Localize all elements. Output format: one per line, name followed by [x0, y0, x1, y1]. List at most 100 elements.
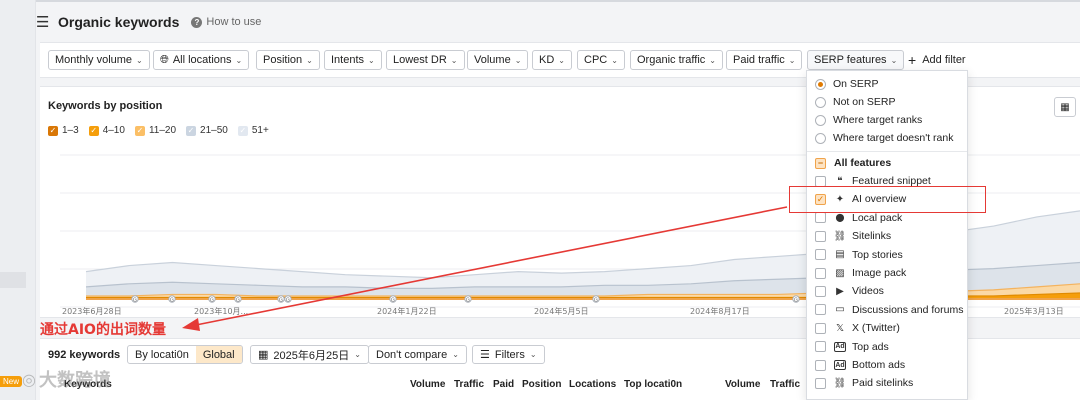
feature-label: Top ads [852, 340, 889, 353]
feature-item[interactable]: ⬤ Local pack [807, 209, 967, 227]
all-features-toggle[interactable]: − All features [807, 154, 967, 172]
feature-item[interactable]: 𝕏 X (Twitter) [807, 319, 967, 337]
feature-item[interactable]: ▤ Top stories [807, 246, 967, 264]
x-tick-label: 2023年10月... [194, 306, 248, 316]
plus-icon: + [908, 52, 917, 68]
col-top-location[interactable]: Top locati0n [624, 379, 682, 390]
filter-label: CPC [584, 54, 608, 66]
filter-serp-features[interactable]: SERP features ⌄ [807, 50, 905, 70]
location-toggle: By locati0n Global [127, 345, 243, 364]
feature-item[interactable]: ⛓ Paid sitelinks [807, 374, 967, 392]
filter-cpc[interactable]: CPC ⌄ [577, 50, 625, 70]
filter-label: Intents [331, 54, 365, 66]
x-tick-label: 2024年8月17日 [690, 306, 750, 316]
feature-label: Image pack [852, 267, 907, 279]
add-filter-label: Add filter [922, 54, 966, 66]
filters-button[interactable]: ☰ Filters ⌄ [472, 345, 545, 364]
col-traffic-2[interactable]: Traffic [770, 379, 800, 390]
radio-label: On SERP [833, 78, 879, 90]
ad-icon: Ad [834, 360, 846, 370]
news-icon: ▤ [835, 249, 845, 261]
annotation-text: 通过AIO的出词数量 [40, 322, 166, 338]
all-features-label: All features [834, 157, 892, 169]
filter-label: Position [263, 54, 303, 66]
filter-monthly-volume[interactable]: Monthly volume ⌄ [48, 50, 150, 70]
marker-label: G [286, 298, 290, 304]
marker-label: G [594, 298, 598, 304]
ad-icon: Ad [834, 341, 846, 352]
serp-features-dropdown: On SERP Not on SERP Where target ranks W… [806, 70, 968, 400]
date-picker[interactable]: ▦ 2025年6月25日 ⌄ [250, 345, 369, 364]
chevron-down-icon: ⌄ [514, 55, 522, 65]
chevron-down-icon: ⌄ [558, 55, 565, 65]
col-position[interactable]: Position [522, 379, 561, 390]
checkbox-icon [815, 212, 826, 224]
feature-item[interactable]: ▶ Videos [807, 282, 967, 300]
feature-label: AI overview [852, 193, 907, 206]
chevron-down-icon: ⌄ [136, 55, 143, 65]
feature-item[interactable]: ⛓ Sitelinks [807, 227, 967, 245]
col-volume-2[interactable]: Volume [725, 379, 760, 390]
feature-label: Paid sitelinks [852, 377, 914, 390]
filter-all-locations[interactable]: 🌐︎ All locations ⌄ [153, 50, 250, 70]
chevron-down-icon: ⌄ [450, 55, 458, 65]
feature-label: Bottom ads [852, 359, 906, 371]
filter-label: Monthly volume [55, 54, 133, 66]
col-locations[interactable]: Locations [569, 379, 616, 390]
checkbox-icon [815, 249, 826, 261]
by-location-tab[interactable]: By locati0n [128, 346, 196, 363]
chat-icon: ▭ [835, 304, 845, 316]
filter-organic-traffic[interactable]: Organic traffic ⌄ [630, 50, 723, 70]
global-tab[interactable]: Global [195, 346, 242, 363]
radio-where-target-ranks[interactable]: Where target ranks [807, 111, 967, 129]
radio-label: Not on SERP [833, 96, 896, 108]
how-to-use-link[interactable]: ? How to use [191, 16, 261, 28]
add-filter-button[interactable]: + Add filter [908, 50, 966, 70]
filter-position[interactable]: Position ⌄ [256, 50, 320, 70]
radio-icon [815, 96, 826, 108]
chevron-down-icon: ⌄ [709, 55, 716, 65]
minus-checkbox-icon: − [815, 157, 826, 169]
x-tick-label: 2025年3月13日 [1004, 306, 1064, 316]
feature-item[interactable]: ✓ ✦ AI overview [807, 190, 967, 208]
chevron-down-icon: ⌄ [890, 55, 898, 65]
radio-not-on-serp[interactable]: Not on SERP [807, 93, 967, 111]
feature-label: X (Twitter) [852, 322, 900, 335]
radio-where-target-doesnt-rank[interactable]: Where target doesn't rank [807, 129, 967, 147]
page-title: Organic keywords [58, 14, 180, 30]
feature-item[interactable]: ▭ Discussions and forums [807, 301, 967, 319]
filter-intents[interactable]: Intents ⌄ [324, 50, 382, 70]
compare-select[interactable]: Don't compare ⌄ [368, 345, 467, 364]
feature-item[interactable]: Ad Top ads [807, 338, 967, 356]
quote-icon: ❝ [837, 175, 843, 187]
filter-lowest-dr[interactable]: Lowest DR ⌄ [386, 50, 465, 70]
feature-label: Discussions and forums [852, 303, 964, 316]
watermark-text: 大数跨境 [38, 370, 111, 391]
checkbox-icon [815, 230, 826, 242]
radio-on-serp[interactable]: On SERP [807, 75, 967, 93]
filter-volume[interactable]: Volume ⌄ [467, 50, 529, 70]
chevron-down-icon: ⌄ [529, 350, 537, 359]
feature-label: Videos [852, 285, 884, 298]
feature-item[interactable]: ▨ Image pack [807, 264, 967, 282]
filter-kd[interactable]: KD ⌄ [532, 50, 572, 70]
menu-icon[interactable]: ☰ [36, 13, 50, 31]
filter-paid-traffic[interactable]: Paid traffic ⌄ [726, 50, 803, 70]
filter-label: Lowest DR [393, 54, 447, 66]
checkbox-icon [815, 359, 826, 371]
chevron-down-icon: ⌄ [235, 55, 243, 65]
feature-label: Top stories [852, 248, 903, 261]
col-volume[interactable]: Volume [410, 379, 445, 390]
divider [807, 151, 967, 152]
col-traffic[interactable]: Traffic [454, 379, 484, 390]
radio-label: Where target ranks [833, 114, 923, 126]
col-paid[interactable]: Paid [493, 379, 514, 390]
sidebar-stub[interactable] [0, 272, 26, 288]
globe-icon: 🌐︎ [160, 53, 169, 66]
link-icon: ⛓ [833, 230, 847, 242]
checkbox-icon [815, 341, 826, 353]
feature-label: Featured snippet [852, 175, 931, 187]
left-sidebar: New [0, 0, 36, 400]
feature-item[interactable]: Ad Bottom ads [807, 356, 967, 374]
feature-item[interactable]: ❝ Featured snippet [807, 172, 967, 190]
